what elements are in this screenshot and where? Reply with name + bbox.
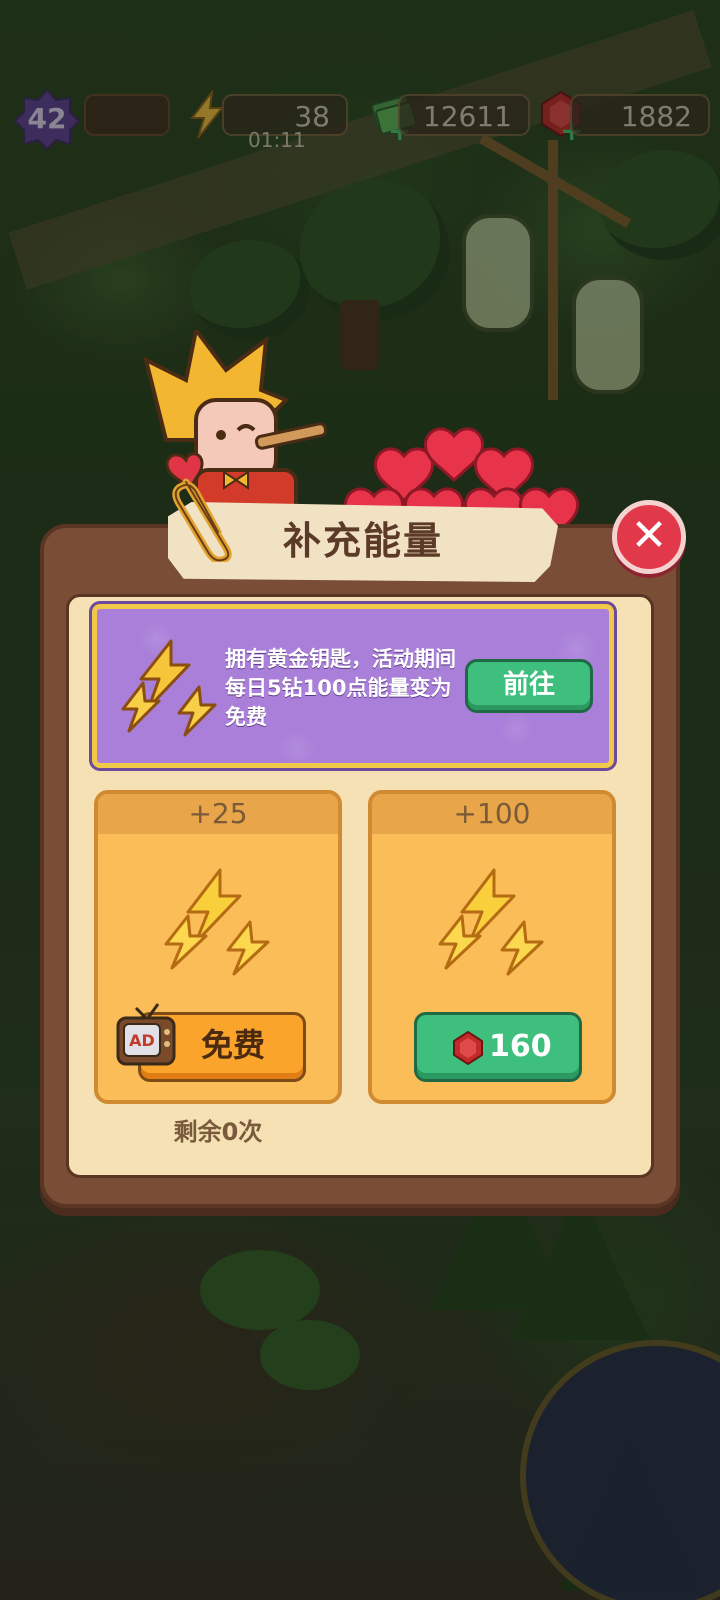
offer-amount: +100 [372, 794, 612, 834]
go-button[interactable]: 前往 [465, 659, 593, 713]
buy-with-gems-button[interactable]: 160 [414, 1012, 582, 1082]
ad-tv-icon: AD [116, 1003, 176, 1066]
golden-key-promo-banner: 拥有黄金钥匙，活动期间每日5钻100点能量变为免费 前往 [92, 604, 614, 768]
promo-description: 拥有黄金钥匙，活动期间每日5钻100点能量变为免费 [225, 647, 456, 729]
paperclip-icon [172, 478, 232, 562]
offer-card-gems: +100 160 [368, 790, 616, 1104]
gem-price: 160 [489, 1029, 552, 1064]
energy-bolts-icon [121, 639, 217, 737]
close-button[interactable]: ✕ [612, 500, 686, 574]
remaining-uses-label: 剩余0次 [173, 1118, 263, 1146]
energy-bolts-icon [438, 868, 544, 976]
offer-amount: +25 [98, 794, 338, 834]
ad-label: AD [129, 1031, 155, 1050]
offer-card-ad: +25 免费 AD [94, 790, 342, 1104]
energy-bolts-icon [164, 868, 270, 976]
close-icon: ✕ [630, 510, 668, 561]
ruby-gem-icon [453, 1031, 483, 1065]
